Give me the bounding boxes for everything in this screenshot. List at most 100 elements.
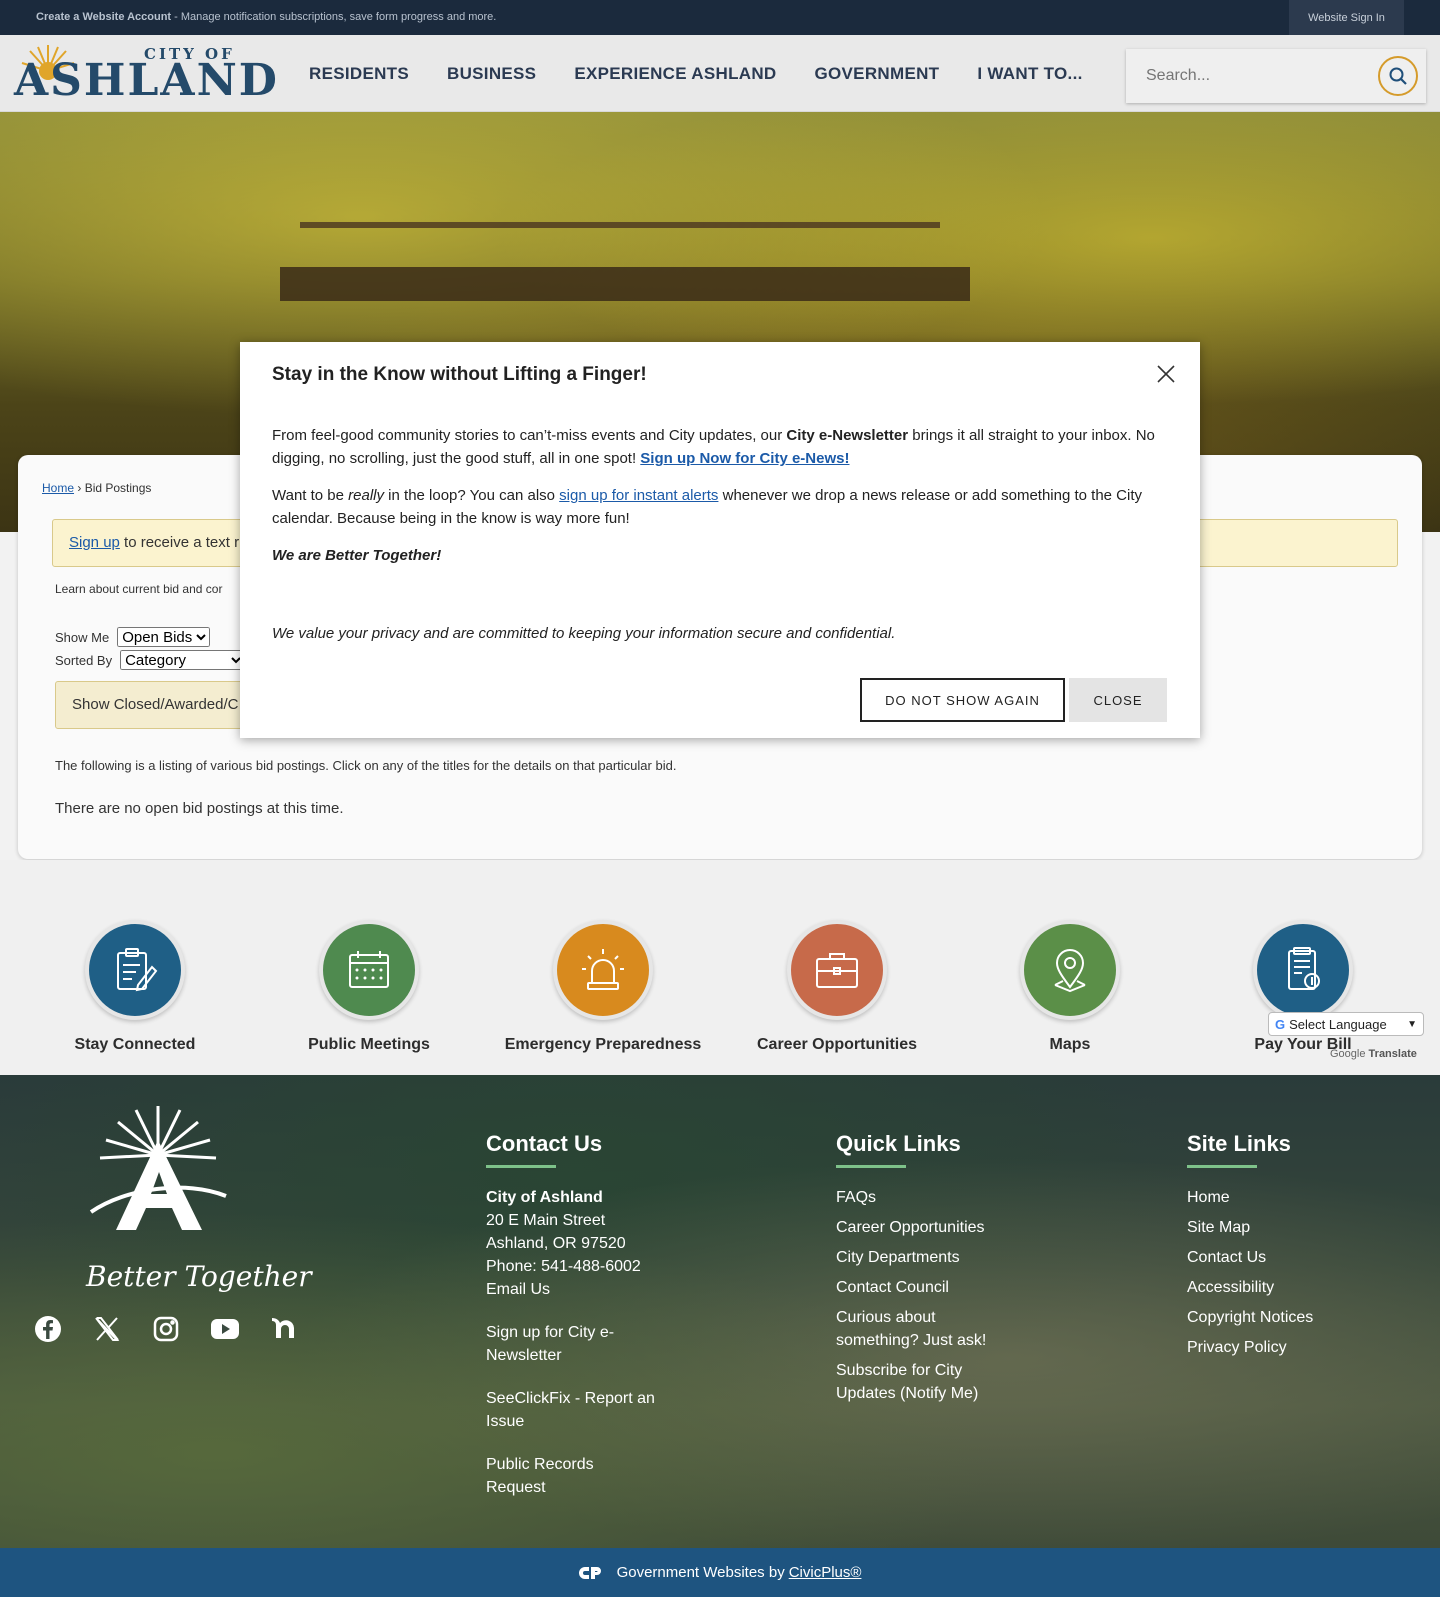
modal-body: From feel-good community stories to can’…	[272, 424, 1172, 581]
site-link-site-map[interactable]: Site Map	[1187, 1216, 1313, 1239]
youtube-icon[interactable]	[209, 1313, 241, 1345]
social-media-links	[32, 1313, 327, 1345]
footer-link-seeclickfix[interactable]: SeeClickFix - Report an Issue	[486, 1387, 676, 1433]
credit-text: Government Websites by	[616, 1564, 785, 1581]
sorted-by-label: Sorted By	[55, 652, 113, 668]
quick-link-maps[interactable]: Maps	[960, 920, 1180, 1054]
nav-residents[interactable]: RESIDENTS	[309, 64, 409, 84]
contact-address-line2: Ashland, OR 97520	[486, 1235, 626, 1252]
close-icon	[1157, 365, 1175, 383]
learn-about-text: Learn about current bid and cor	[55, 582, 223, 596]
quick-link-contact-council[interactable]: Contact Council	[836, 1276, 1016, 1299]
nav-business[interactable]: BUSINESS	[447, 64, 536, 84]
show-closed-bids-button[interactable]: Show Closed/Awarded/C	[55, 681, 255, 729]
calendar-icon	[349, 951, 389, 988]
quick-links-heading: Quick Links	[836, 1131, 961, 1156]
breadcrumb-current: Bid Postings	[84, 481, 152, 495]
main-navigation: RESIDENTS BUSINESS EXPERIENCE ASHLAND GO…	[290, 35, 1102, 112]
p2-really: really	[348, 487, 385, 504]
p1-text-a: From feel-good community stories to can’…	[272, 427, 787, 444]
modal-paragraph-1: From feel-good community stories to can’…	[272, 424, 1172, 470]
site-link-accessibility[interactable]: Accessibility	[1187, 1276, 1313, 1299]
bridge-railing	[300, 222, 940, 228]
do-not-show-again-button[interactable]: DO NOT SHOW AGAIN	[860, 678, 1065, 722]
quick-link-careers[interactable]: Career Opportunities	[836, 1216, 1016, 1239]
quick-link-faqs[interactable]: FAQs	[836, 1186, 1016, 1209]
map-pin-icon	[1054, 949, 1086, 993]
quick-link-emergency-preparedness[interactable]: Emergency Preparedness	[493, 920, 713, 1054]
instagram-icon[interactable]	[150, 1313, 182, 1345]
search-button[interactable]	[1378, 56, 1418, 96]
create-account-description: - Manage notification subscriptions, sav…	[171, 11, 497, 23]
quick-link-stay-connected[interactable]: Stay Connected	[25, 920, 245, 1054]
alert-signup-text: to receive a text r	[119, 534, 240, 551]
sorted-by-filter: Sorted By Category	[55, 650, 246, 670]
contact-phone: Phone: 541-488-6002	[486, 1258, 641, 1275]
nav-i-want-to[interactable]: I WANT TO...	[977, 64, 1082, 84]
clipboard-pen-icon	[117, 948, 158, 992]
quick-link-curious[interactable]: Curious about something? Just ask!	[836, 1306, 1016, 1352]
quick-link-departments[interactable]: City Departments	[836, 1246, 1016, 1269]
modal-privacy-note: We value your privacy and are committed …	[272, 625, 896, 642]
civicplus-logo-icon	[578, 1566, 601, 1579]
civicplus-link[interactable]: CivicPlus®	[789, 1564, 862, 1581]
contact-email-link[interactable]: Email Us	[486, 1278, 676, 1301]
top-utility-bar: Create a Website Account - Manage notifi…	[0, 0, 1440, 35]
career-opportunities-label: Career Opportunities	[756, 1036, 918, 1053]
p2-text-a: Want to be	[272, 487, 349, 504]
site-link-copyright[interactable]: Copyright Notices	[1187, 1306, 1313, 1329]
modal-better-together: We are Better Together!	[272, 547, 442, 564]
maps-label: Maps	[1049, 1036, 1091, 1053]
site-link-privacy[interactable]: Privacy Policy	[1187, 1336, 1313, 1359]
nav-experience-ashland[interactable]: EXPERIENCE ASHLAND	[574, 64, 776, 84]
quick-link-career-opportunities[interactable]: Career Opportunities	[727, 920, 947, 1054]
footer-link-public-records[interactable]: Public Records Request	[486, 1453, 616, 1499]
language-select-label: Select Language	[1289, 1016, 1387, 1032]
language-select[interactable]: G Select Language ▼	[1268, 1012, 1424, 1036]
signup-enews-link[interactable]: Sign up Now for City e-News!	[640, 450, 849, 467]
public-meetings-circle	[319, 920, 419, 1020]
alert-signup-link[interactable]: Sign up	[69, 534, 120, 551]
heading-underline	[1187, 1165, 1257, 1168]
breadcrumb-home-link[interactable]: Home	[42, 481, 74, 495]
site-link-home[interactable]: Home	[1187, 1186, 1313, 1209]
nav-government[interactable]: GOVERNMENT	[815, 64, 940, 84]
city-logo[interactable]: CITY OF ASHLAND	[14, 41, 277, 106]
search-input[interactable]	[1126, 49, 1366, 103]
footer-link-newsletter[interactable]: Sign up for City e-Newsletter	[486, 1321, 646, 1367]
contact-address-line1: 20 E Main Street	[486, 1212, 606, 1229]
heading-underline	[836, 1165, 906, 1168]
p2-text-b: in the loop? You can also	[384, 487, 560, 504]
modal-close-button[interactable]	[1154, 362, 1178, 386]
breadcrumb-separator: ›	[74, 481, 85, 495]
bridge-deck	[280, 267, 970, 301]
site-header: CITY OF ASHLAND RESIDENTS BUSINESS EXPER…	[0, 35, 1440, 112]
breadcrumb: Home › Bid Postings	[42, 481, 151, 495]
nextdoor-icon[interactable]	[268, 1313, 300, 1345]
create-account-notice: Create a Website Account - Manage notifi…	[36, 11, 496, 23]
sorted-by-select[interactable]: Category	[120, 650, 246, 670]
google-g-icon: G	[1275, 1016, 1286, 1032]
site-link-contact-us[interactable]: Contact Us	[1187, 1246, 1313, 1269]
website-sign-in-button[interactable]: Website Sign In	[1289, 0, 1404, 35]
pay-your-bill-circle	[1253, 920, 1353, 1020]
quick-link-public-meetings[interactable]: Public Meetings	[259, 920, 479, 1054]
instant-alerts-link[interactable]: sign up for instant alerts	[559, 487, 718, 504]
quick-links-icons: Stay Connected Public Meetings Emergency…	[0, 860, 1440, 1075]
create-account-link[interactable]: Create a Website Account	[36, 11, 171, 23]
google-translate-credit: Google Translate	[1330, 1048, 1417, 1060]
better-together-a-logo-icon	[89, 1106, 227, 1230]
show-me-filter: Show Me Open Bids	[55, 627, 211, 647]
facebook-icon[interactable]	[32, 1313, 64, 1345]
x-twitter-icon[interactable]	[91, 1313, 123, 1345]
show-me-select[interactable]: Open Bids	[117, 627, 211, 647]
bill-icon	[1288, 947, 1320, 990]
contact-org: City of Ashland	[486, 1189, 603, 1206]
close-button[interactable]: CLOSE	[1069, 678, 1167, 722]
logo-ashland: ASHLAND	[14, 55, 279, 106]
translate-word: Translate	[1368, 1048, 1417, 1060]
briefcase-icon	[816, 953, 858, 988]
show-me-label: Show Me	[55, 629, 110, 645]
quick-link-notify-me[interactable]: Subscribe for City Updates (Notify Me)	[836, 1359, 1006, 1405]
search-icon	[1389, 67, 1407, 85]
